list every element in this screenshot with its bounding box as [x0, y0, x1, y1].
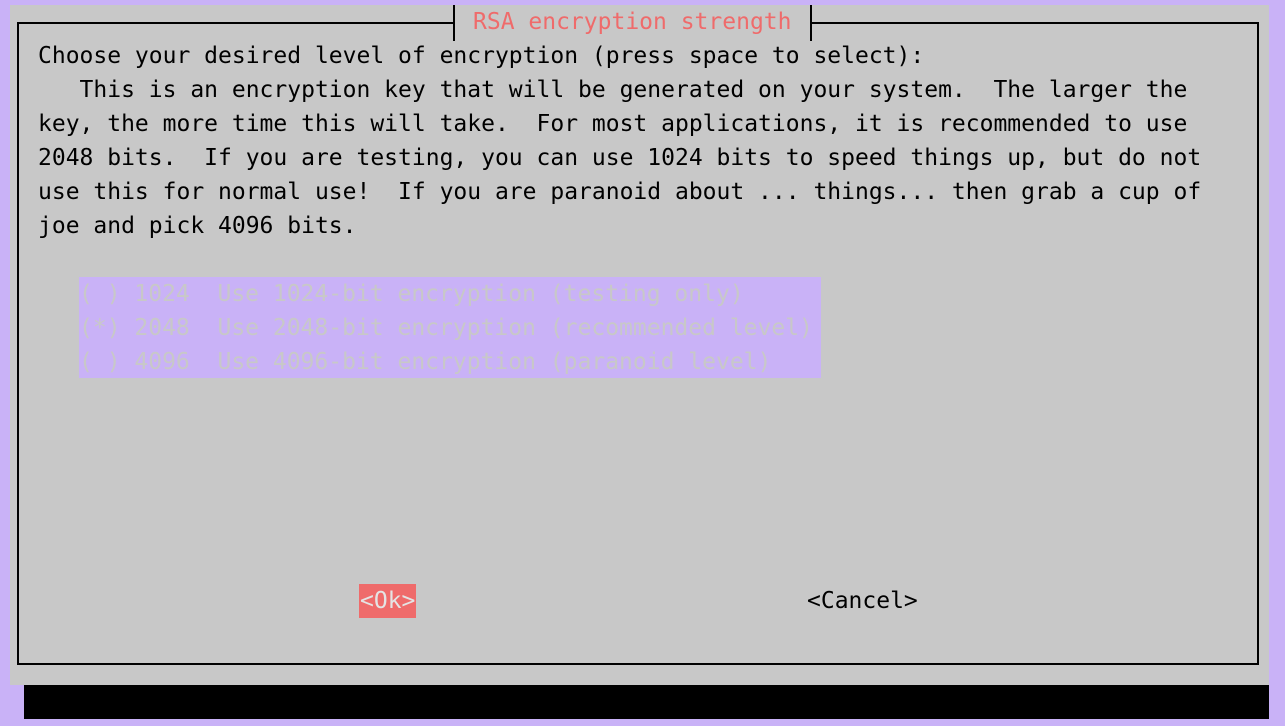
option-4096[interactable]: ( ) 4096 Use 4096-bit encryption (parano… [79, 345, 821, 379]
ok-button[interactable]: <Ok> [359, 584, 417, 618]
rsa-dialog: RSA encryption strength Choose your desi… [10, 5, 1269, 685]
dialog-prompt: Choose your desired level of encryption … [38, 43, 1202, 239]
encryption-options-list[interactable]: ( ) 1024 Use 1024-bit encryption (testin… [79, 277, 821, 378]
cancel-button[interactable]: <Cancel> [807, 584, 918, 618]
option-2048[interactable]: (*) 2048 Use 2048-bit encryption (recomm… [79, 311, 821, 345]
dialog-title: RSA encryption strength [453, 5, 812, 41]
option-1024[interactable]: ( ) 1024 Use 1024-bit encryption (testin… [79, 277, 821, 311]
